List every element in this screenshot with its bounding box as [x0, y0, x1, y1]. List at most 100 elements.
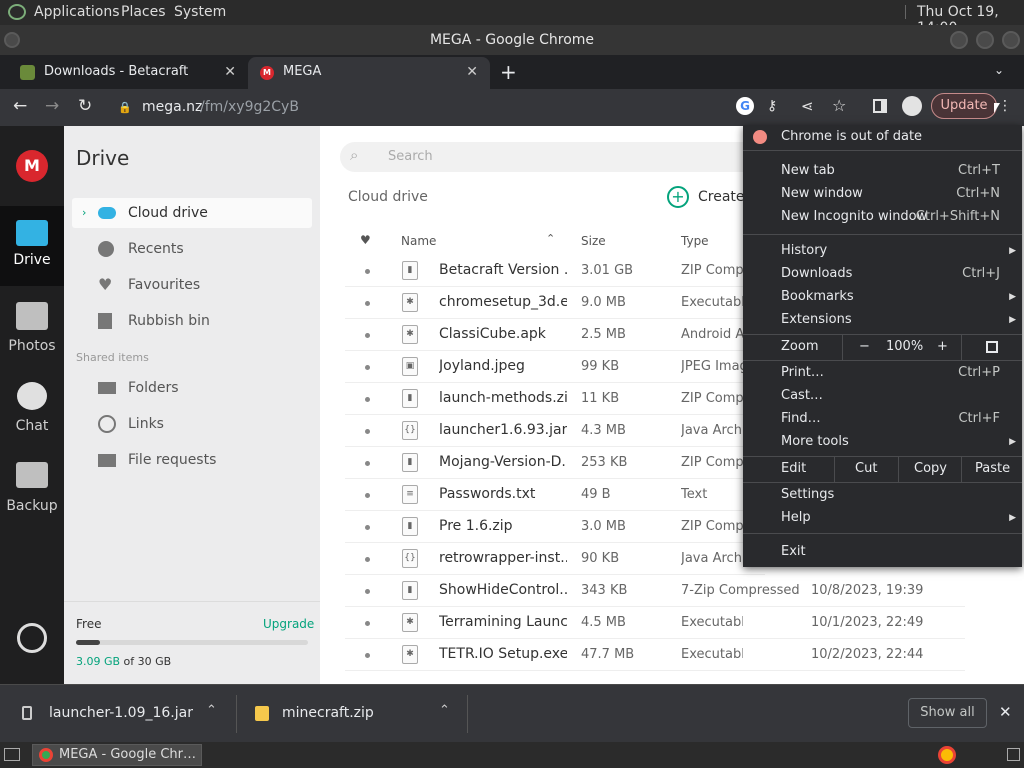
- new-tab-icon[interactable]: +: [500, 60, 517, 84]
- profile-avatar-icon[interactable]: [902, 96, 922, 116]
- menu-item-extensions[interactable]: Extensions ▶: [743, 309, 1022, 331]
- lock-icon[interactable]: 🔒: [118, 97, 132, 119]
- file-row[interactable]: ▮ Pre 1.6.zip 3.0 MB ZIP Compre: [345, 511, 765, 543]
- transfer-manager-icon[interactable]: [17, 623, 47, 653]
- create-button[interactable]: Create: [698, 189, 745, 205]
- column-size[interactable]: Size: [581, 234, 606, 248]
- fullscreen-icon[interactable]: [986, 341, 998, 353]
- bookmark-star-icon[interactable]: ☆: [832, 95, 846, 117]
- file-row[interactable]: ✱ ClassiCube.apk 2.5 MB Android Ap: [345, 319, 765, 351]
- favourite-dot-icon[interactable]: [365, 653, 370, 658]
- favourite-dot-icon[interactable]: [365, 621, 370, 626]
- column-name[interactable]: Name: [401, 234, 436, 248]
- cut-button[interactable]: Cut: [855, 458, 877, 480]
- chrome-tray-icon[interactable]: [938, 746, 956, 764]
- file-row[interactable]: ▮ ShowHideControl... 343 KB 7-Zip Compresse…: [345, 575, 965, 607]
- zoom-out-button[interactable]: −: [859, 336, 870, 358]
- file-row[interactable]: ▣ Joyland.jpeg 99 KB JPEG Image: [345, 351, 765, 383]
- menu-system[interactable]: System: [174, 4, 226, 20]
- back-icon[interactable]: ←: [13, 95, 27, 117]
- side-panel-icon[interactable]: [873, 99, 887, 113]
- sidebar-item-folders[interactable]: Folders: [72, 373, 312, 403]
- rail-item-chat[interactable]: Chat: [0, 382, 64, 434]
- sort-ascending-icon[interactable]: ⌃: [546, 232, 555, 245]
- reload-icon[interactable]: ↻: [78, 95, 92, 117]
- download-item[interactable]: minecraft.zip ⌃: [237, 685, 467, 743]
- favourite-dot-icon[interactable]: [365, 525, 370, 530]
- file-row[interactable]: ≡ Passwords.txt 49 B Text: [345, 479, 765, 511]
- search-box[interactable]: ⌕ Search: [340, 142, 760, 172]
- file-row[interactable]: ✱ Terramining Launc... 4.5 MB Executable 10/…: [345, 607, 965, 639]
- rail-item-backup[interactable]: Backup: [0, 462, 64, 514]
- window-menu-icon[interactable]: [4, 32, 20, 48]
- favourite-dot-icon[interactable]: [365, 333, 370, 338]
- favourite-dot-icon[interactable]: [365, 589, 370, 594]
- zoom-in-button[interactable]: +: [937, 336, 948, 358]
- menu-dots-icon[interactable]: ⋮: [998, 95, 1012, 117]
- tab-mega[interactable]: M MEGA ✕: [248, 57, 490, 89]
- rail-item-drive[interactable]: Drive: [0, 206, 64, 286]
- close-tab-icon[interactable]: ✕: [224, 57, 236, 87]
- menu-item-more-tools[interactable]: More tools ▶: [743, 431, 1022, 453]
- menu-item-settings[interactable]: Settings: [743, 484, 1022, 506]
- favourite-dot-icon[interactable]: [365, 429, 370, 434]
- menu-item-new-incognito-window[interactable]: New Incognito window Ctrl+Shift+N: [743, 206, 1022, 228]
- create-plus-icon[interactable]: +: [667, 186, 689, 208]
- file-row[interactable]: ▮ launch-methods.zip 11 KB ZIP Compre: [345, 383, 765, 415]
- sidebar-item-recents[interactable]: Recents: [72, 234, 312, 264]
- maximize-button[interactable]: [976, 31, 994, 49]
- workspace-switcher-icon[interactable]: [1007, 748, 1020, 761]
- breadcrumb[interactable]: Cloud drive: [348, 189, 428, 205]
- close-tab-icon[interactable]: ✕: [466, 57, 478, 87]
- download-options-chevron-icon[interactable]: ⌃: [439, 703, 450, 718]
- expand-chevron-icon[interactable]: ›: [82, 198, 86, 228]
- tab-downloads-betacraft[interactable]: Downloads - Betacraft ✕: [0, 57, 248, 89]
- file-row[interactable]: ✱ chromesetup_3d.e... 9.0 MB Executable: [345, 287, 765, 319]
- favourite-column-icon[interactable]: ♥: [360, 233, 371, 247]
- menu-item-cast[interactable]: Cast…: [743, 385, 1022, 407]
- download-item[interactable]: launcher-1.09_16.jar ⌃: [0, 685, 236, 743]
- file-row[interactable]: ✱ TETR.IO Setup.exe 47.7 MB Executable 10/2/…: [345, 639, 965, 671]
- search-input[interactable]: Search: [388, 149, 433, 164]
- menu-item-downloads[interactable]: Downloads Ctrl+J: [743, 263, 1022, 285]
- close-shelf-icon[interactable]: ✕: [999, 703, 1012, 721]
- tab-search-chevron-icon[interactable]: ⌄: [994, 63, 1004, 77]
- favourite-dot-icon[interactable]: [365, 365, 370, 370]
- rail-item-photos[interactable]: Photos: [0, 302, 64, 354]
- favourite-dot-icon[interactable]: [365, 493, 370, 498]
- download-options-chevron-icon[interactable]: ⌃: [206, 703, 217, 718]
- sidebar-item-rubbish-bin[interactable]: Rubbish bin: [72, 306, 312, 336]
- paste-button[interactable]: Paste: [975, 458, 1010, 480]
- forward-icon[interactable]: →: [45, 95, 59, 117]
- share-icon[interactable]: ⋖: [801, 95, 814, 117]
- update-button[interactable]: Update: [931, 93, 997, 119]
- menu-item-new-tab[interactable]: New tab Ctrl+T: [743, 160, 1022, 182]
- sidebar-item-file-requests[interactable]: File requests: [72, 445, 312, 475]
- sidebar-item-cloud-drive[interactable]: › Cloud drive: [72, 198, 312, 228]
- menu-applications[interactable]: Applications: [34, 4, 120, 20]
- close-window-button[interactable]: [1002, 31, 1020, 49]
- favourite-dot-icon[interactable]: [365, 269, 370, 274]
- favourite-dot-icon[interactable]: [365, 461, 370, 466]
- favourite-dot-icon[interactable]: [365, 301, 370, 306]
- copy-button[interactable]: Copy: [914, 458, 947, 480]
- distro-logo-icon[interactable]: [8, 4, 26, 20]
- menu-item-bookmarks[interactable]: Bookmarks ▶: [743, 286, 1022, 308]
- file-row[interactable]: ▮ Mojang-Version-D... 253 KB ZIP Compre: [345, 447, 765, 479]
- menu-item-find[interactable]: Find… Ctrl+F: [743, 408, 1022, 430]
- upgrade-link[interactable]: Upgrade: [263, 617, 314, 631]
- column-type[interactable]: Type: [681, 234, 709, 248]
- favourite-dot-icon[interactable]: [365, 557, 370, 562]
- minimize-button[interactable]: [950, 31, 968, 49]
- menu-item-history[interactable]: History ▶: [743, 240, 1022, 262]
- show-desktop-icon[interactable]: [4, 748, 20, 761]
- taskbar-task-chrome[interactable]: MEGA - Google Chr…: [32, 744, 202, 766]
- sidebar-item-favourites[interactable]: ♥ Favourites: [72, 270, 312, 300]
- file-row[interactable]: ▮ Betacraft Version ... 3.01 GB ZIP Compre: [345, 255, 765, 287]
- mega-logo-icon[interactable]: M: [16, 150, 48, 182]
- menu-item-new-window[interactable]: New window Ctrl+N: [743, 183, 1022, 205]
- menu-item-update-warning[interactable]: Chrome is out of date: [743, 126, 1022, 148]
- menu-item-help[interactable]: Help ▶: [743, 507, 1022, 529]
- google-icon[interactable]: G: [736, 97, 754, 115]
- show-all-button[interactable]: Show all: [908, 698, 987, 728]
